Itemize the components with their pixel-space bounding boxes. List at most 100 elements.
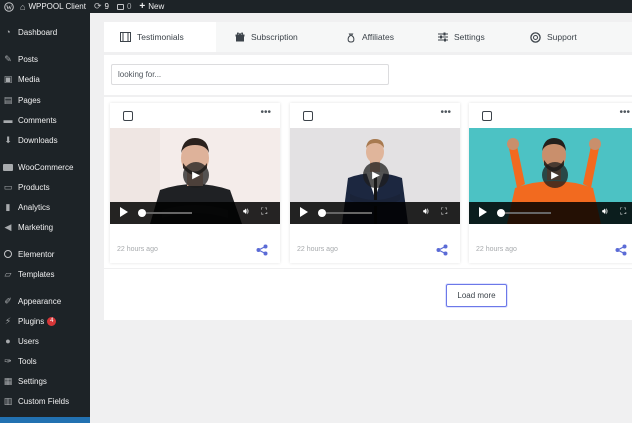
play-overlay-icon[interactable]: ▶ <box>542 162 568 188</box>
progress-handle[interactable] <box>497 209 505 217</box>
timestamp: 22 hours ago <box>476 246 517 253</box>
volume-icon[interactable]: 🔊︎ <box>602 206 608 217</box>
select-checkbox[interactable] <box>303 111 313 121</box>
gift-icon <box>234 32 245 43</box>
lifebuoy-icon <box>530 31 541 43</box>
sidebar-item-posts[interactable]: ✎ Posts <box>0 51 90 67</box>
select-checkbox[interactable] <box>482 111 492 121</box>
elementor-icon <box>3 249 13 259</box>
media-icon: ▣ <box>3 73 13 84</box>
sidebar-item-label: Marketing <box>18 222 54 232</box>
more-options-icon[interactable]: ••• <box>619 107 630 118</box>
sidebar-item-downloads[interactable]: ⬇ Downloads <box>0 132 90 148</box>
play-icon[interactable] <box>300 207 308 217</box>
video-player[interactable]: ▶ 🔊︎ ⛶ <box>290 128 460 224</box>
video-controls: 🔊︎ ⛶ <box>290 202 460 224</box>
progress-track[interactable] <box>499 212 551 214</box>
comment-bubble-icon <box>116 3 124 10</box>
sidebar-item-label: Downloads <box>18 135 58 145</box>
play-overlay-icon[interactable]: ▶ <box>363 162 389 188</box>
sidebar-item-tools[interactable]: ✑ Tools <box>0 353 90 369</box>
comments-link[interactable]: 0 <box>113 0 135 13</box>
fullscreen-icon[interactable]: ⛶ <box>620 206 626 217</box>
fullscreen-icon[interactable]: ⛶ <box>441 206 447 217</box>
sidebar-item-label: Plugins <box>18 316 45 326</box>
sidebar-item-pages[interactable]: ▤ Pages <box>0 92 90 108</box>
sidebar-item-marketing[interactable]: ◀ Marketing <box>0 219 90 235</box>
share-icon[interactable] <box>256 244 268 256</box>
play-icon[interactable] <box>479 207 487 217</box>
tab-settings[interactable]: Settings <box>419 22 514 52</box>
sidebar-item-dashboard[interactable]: ◔ Dashboard <box>0 24 90 40</box>
tab-subscription[interactable]: Subscription <box>216 22 324 52</box>
video-player[interactable]: ▶ 🔊︎ ⛶ <box>110 128 280 224</box>
site-name-link[interactable]: ⌂ WPPOOL Client <box>16 0 90 13</box>
fullscreen-icon[interactable]: ⛶ <box>261 206 267 217</box>
tab-affiliates[interactable]: Affiliates <box>324 22 419 52</box>
sidebar-item-label: Comments <box>18 115 57 125</box>
updates-link[interactable]: ⟳ 9 <box>90 0 113 13</box>
sidebar-item-templates[interactable]: ▱ Templates <box>0 266 90 282</box>
user-icon: ● <box>5 336 11 346</box>
svg-text:W: W <box>6 5 12 11</box>
bar-chart-icon: ▮ <box>5 201 11 212</box>
tab-testimonials[interactable]: Testimonials <box>104 22 216 52</box>
sidebar-item-label: Posts <box>18 54 39 64</box>
share-icon[interactable] <box>436 244 448 256</box>
play-overlay-icon[interactable]: ▶ <box>183 162 209 188</box>
tab-label: Testimonials <box>137 32 184 42</box>
volume-icon[interactable]: 🔊︎ <box>423 206 429 217</box>
sidebar-item-label: Users <box>18 336 39 346</box>
sidebar-item-label: Dashboard <box>18 27 58 37</box>
video-player[interactable]: ▶ 🔊︎ ⛶ <box>469 128 632 224</box>
volume-icon[interactable]: 🔊︎ <box>243 206 249 217</box>
site-name: WPPOOL Client <box>28 2 86 11</box>
sidebar-item-custom-fields[interactable]: ▥ Custom Fields <box>0 393 90 409</box>
sidebar-item-products[interactable]: ▭ Products <box>0 179 90 195</box>
moneybag-icon <box>345 32 356 43</box>
sidebar-item-label: Tools <box>18 356 37 366</box>
pin-icon: ✎ <box>4 53 12 64</box>
select-checkbox[interactable] <box>123 111 133 121</box>
tab-label: Affiliates <box>362 32 394 42</box>
plugin-tabs: Testimonials Subscription Affiliates Set… <box>104 22 632 52</box>
new-label: New <box>148 2 165 11</box>
new-content-link[interactable]: + New <box>135 0 168 13</box>
tab-support[interactable]: Support <box>514 22 624 52</box>
sidebar-item-analytics[interactable]: ▮ Analytics <box>0 199 90 215</box>
testimonial-card: ••• ▶ 🔊︎ ⛶ 22 hours ago <box>110 103 280 263</box>
sidebar-item-woocommerce[interactable]: WooCommerce <box>0 159 90 175</box>
progress-handle[interactable] <box>138 209 146 217</box>
brush-icon: ✐ <box>4 295 12 306</box>
tab-label: Subscription <box>251 32 298 42</box>
sidebar-item-label: Analytics <box>18 202 51 212</box>
settings-icon: ▦ <box>3 375 13 386</box>
sidebar-item-settings[interactable]: ▦ Settings <box>0 373 90 389</box>
load-more-button[interactable]: Load more <box>446 284 507 307</box>
wordpress-logo-icon[interactable]: W <box>2 0 16 13</box>
sidebar-item-label: Pages <box>18 95 41 105</box>
search-input[interactable]: looking for... <box>111 64 389 85</box>
progress-track[interactable] <box>320 212 372 214</box>
testimonial-card: ••• ▶ 🔊︎ ⛶ 22 hours ago <box>290 103 460 263</box>
sliders-icon <box>437 32 448 43</box>
archive-icon: ▭ <box>3 181 13 192</box>
tab-label: Settings <box>454 32 485 42</box>
play-icon[interactable] <box>120 207 128 217</box>
folder-icon: ▱ <box>4 268 12 279</box>
more-options-icon[interactable]: ••• <box>440 107 451 118</box>
home-icon: ⌂ <box>20 1 26 12</box>
sidebar-item-appearance[interactable]: ✐ Appearance <box>0 293 90 309</box>
progress-handle[interactable] <box>318 209 326 217</box>
more-options-icon[interactable]: ••• <box>260 107 271 118</box>
sidebar-item-elementor[interactable]: Elementor <box>0 246 90 262</box>
sidebar-item-comments[interactable]: ▬ Comments <box>0 112 90 128</box>
sidebar-item-users[interactable]: ● Users <box>0 333 90 349</box>
sidebar-item-media[interactable]: ▣ Media <box>0 71 90 87</box>
sidebar-item-label: Products <box>18 182 50 192</box>
sidebar-active-item[interactable] <box>0 417 90 423</box>
sidebar-item-label: Settings <box>18 376 47 386</box>
progress-track[interactable] <box>140 212 192 214</box>
share-icon[interactable] <box>615 244 627 256</box>
sidebar-item-plugins[interactable]: ⚡ Plugins 4 <box>0 313 90 329</box>
